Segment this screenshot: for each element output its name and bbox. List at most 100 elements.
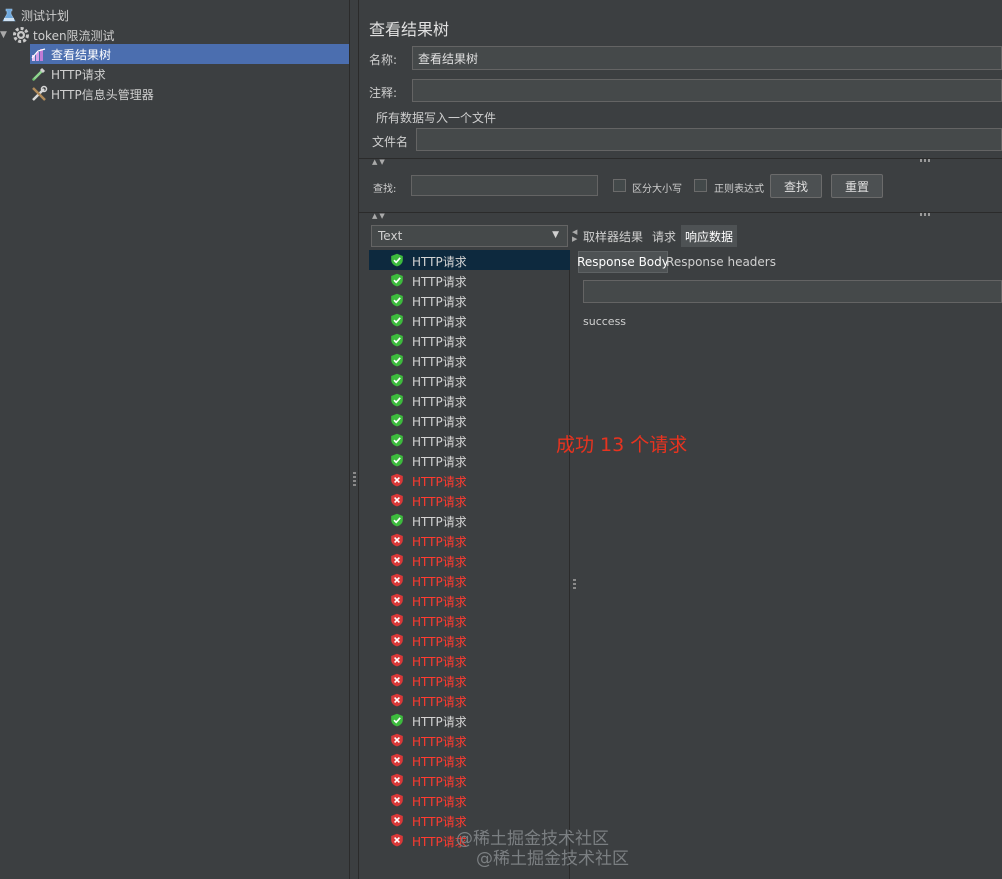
tab-response-body[interactable]: Response Body xyxy=(577,251,669,273)
tree-item-view-results-tree[interactable]: 查看结果树 xyxy=(30,44,349,64)
fail-shield-icon xyxy=(390,613,404,627)
result-row[interactable]: HTTP请求 xyxy=(369,490,570,510)
result-row-label: HTTP请求 xyxy=(412,695,467,709)
comment-field[interactable] xyxy=(412,79,1002,102)
expand-toggle-icon[interactable]: ▼ xyxy=(0,30,10,40)
result-row[interactable]: HTTP请求 xyxy=(369,310,570,330)
pipette-sampler-icon xyxy=(30,65,48,83)
filename-field[interactable] xyxy=(416,128,1002,151)
result-row[interactable]: HTTP请求 xyxy=(369,690,570,710)
reset-button[interactable]: 重置 xyxy=(831,174,883,198)
chevron-down-icon[interactable]: ▼ xyxy=(552,230,559,240)
collapse-arrows-icon[interactable]: ▲▼ xyxy=(372,212,387,220)
result-row-label: HTTP请求 xyxy=(412,275,467,289)
section-divider[interactable]: ▲▼ xyxy=(359,158,1002,166)
result-row[interactable]: HTTP请求 xyxy=(369,390,570,410)
success-shield-icon xyxy=(390,393,404,407)
drag-handle-icon[interactable] xyxy=(920,159,932,162)
fail-shield-icon xyxy=(390,593,404,607)
fail-shield-icon xyxy=(390,573,404,587)
drag-handle-icon[interactable] xyxy=(920,213,932,216)
success-shield-icon xyxy=(390,453,404,467)
result-row[interactable]: HTTP请求 xyxy=(369,530,570,550)
result-row[interactable]: HTTP请求 xyxy=(369,510,570,530)
fail-shield-icon xyxy=(390,793,404,807)
result-row[interactable]: HTTP请求 xyxy=(369,630,570,650)
response-body-text[interactable]: success xyxy=(583,315,626,328)
result-row[interactable]: HTTP请求 xyxy=(369,550,570,570)
result-row-label: HTTP请求 xyxy=(412,515,467,529)
listener-chart-icon xyxy=(30,45,48,63)
regex-checkbox[interactable] xyxy=(694,179,707,192)
result-row[interactable]: HTTP请求 xyxy=(369,350,570,370)
fail-shield-icon xyxy=(390,753,404,767)
result-row[interactable]: HTTP请求 xyxy=(369,370,570,390)
tab-response-headers[interactable]: Response headers xyxy=(666,251,776,273)
result-list[interactable]: HTTP请求 HTTP请求 HTTP请求 HTTP请求 HTTP请求 HTTP请求 HTTP… xyxy=(369,250,570,879)
result-row[interactable]: HTTP请求 xyxy=(369,750,570,770)
tree-item-header-manager[interactable]: HTTP信息头管理器 xyxy=(30,84,250,104)
result-row-label: HTTP请求 xyxy=(412,355,467,369)
result-row-label: HTTP请求 xyxy=(412,755,467,769)
splitter-grip-icon[interactable] xyxy=(353,472,356,486)
tree-item-test-plan[interactable]: 测试计划 xyxy=(0,5,200,25)
splitter-grip-icon[interactable] xyxy=(573,579,576,591)
result-row[interactable]: HTTP请求 xyxy=(369,430,570,450)
result-row[interactable]: HTTP请求 xyxy=(369,710,570,730)
tree-item-label: HTTP请求 xyxy=(51,67,106,82)
result-row-label: HTTP请求 xyxy=(412,555,467,569)
result-row-label: HTTP请求 xyxy=(412,315,467,329)
section-divider[interactable]: ▲▼ xyxy=(359,212,1002,220)
success-shield-icon xyxy=(390,273,404,287)
search-input[interactable] xyxy=(411,175,598,196)
result-row[interactable]: HTTP请求 xyxy=(369,670,570,690)
result-row-label: HTTP请求 xyxy=(412,535,467,549)
collapse-arrows-icon[interactable]: ▲▼ xyxy=(372,158,387,166)
success-shield-icon xyxy=(390,333,404,347)
result-row[interactable]: HTTP请求 xyxy=(369,410,570,430)
result-row[interactable]: HTTP请求 xyxy=(369,570,570,590)
thread-group-gear-icon xyxy=(12,26,30,44)
page-title: 查看结果树 xyxy=(369,20,450,39)
find-button[interactable]: 查找 xyxy=(770,174,822,198)
main-splitter[interactable] xyxy=(349,0,359,879)
name-field[interactable] xyxy=(412,46,1002,70)
results-splitter[interactable]: ◀ ▶ xyxy=(570,225,579,879)
renderer-select[interactable]: Text ▼ xyxy=(371,225,568,247)
result-row[interactable]: HTTP请求 xyxy=(369,650,570,670)
result-row-label: HTTP请求 xyxy=(412,675,467,689)
tree-item-thread-group[interactable]: token限流测试 xyxy=(12,25,212,45)
result-row[interactable]: HTTP请求 xyxy=(369,330,570,350)
result-row[interactable]: HTTP请求 xyxy=(369,450,570,470)
result-row[interactable]: HTTP请求 xyxy=(369,270,570,290)
result-row-label: HTTP请求 xyxy=(412,295,467,309)
result-row[interactable]: HTTP请求 xyxy=(369,810,570,830)
test-plan-tree: ▼ 测试计划 token限流测试 查看结果树 HTTP请求 HTTP信息头管理器 xyxy=(0,0,349,879)
result-row-label: HTTP请求 xyxy=(412,775,467,789)
result-row[interactable]: HTTP请求 xyxy=(369,610,570,630)
result-row[interactable]: HTTP请求 xyxy=(369,470,570,490)
result-row-label: HTTP请求 xyxy=(412,475,467,489)
collapse-arrows-icon[interactable]: ◀ ▶ xyxy=(572,229,577,243)
result-row[interactable]: HTTP请求 xyxy=(369,250,570,270)
success-shield-icon xyxy=(390,433,404,447)
result-row-label: HTTP请求 xyxy=(412,615,467,629)
tab-response-data[interactable]: 响应数据 xyxy=(681,225,737,247)
tree-item-http-request[interactable]: HTTP请求 xyxy=(30,64,230,84)
tab-sampler-result[interactable]: 取样器结果 xyxy=(581,225,645,247)
result-row[interactable]: HTTP请求 xyxy=(369,290,570,310)
tree-item-label: 查看结果树 xyxy=(51,47,112,62)
result-row-label: HTTP请求 xyxy=(412,375,467,389)
response-search-field[interactable] xyxy=(583,280,1002,303)
case-sensitive-label: 区分大小写 xyxy=(632,184,682,195)
result-row[interactable]: HTTP请求 xyxy=(369,590,570,610)
result-row[interactable]: HTTP请求 xyxy=(369,730,570,750)
regex-label: 正则表达式 xyxy=(714,184,764,195)
case-sensitive-checkbox[interactable] xyxy=(613,179,626,192)
result-row-label: HTTP请求 xyxy=(412,715,467,729)
result-row[interactable]: HTTP请求 xyxy=(369,790,570,810)
name-label: 名称: xyxy=(369,53,398,67)
tab-request[interactable]: 请求 xyxy=(649,225,679,247)
result-row[interactable]: HTTP请求 xyxy=(369,770,570,790)
success-shield-icon xyxy=(390,313,404,327)
